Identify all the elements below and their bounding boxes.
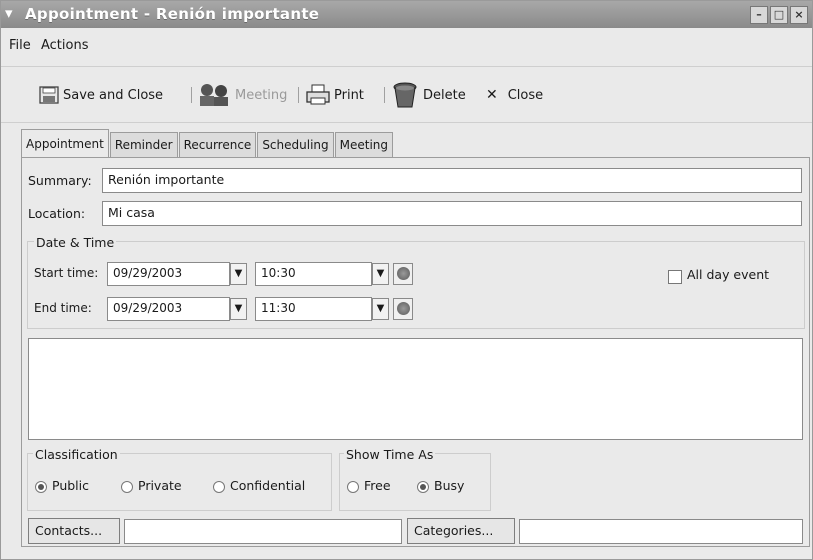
radio-public[interactable] bbox=[35, 481, 47, 493]
print-button[interactable]: Print bbox=[306, 83, 364, 107]
minimize-icon[interactable]: – bbox=[750, 6, 768, 24]
end-time-label: End time: bbox=[34, 301, 92, 315]
radio-public-label: Public bbox=[52, 478, 89, 493]
end-date-field[interactable]: 09/29/2003 bbox=[107, 297, 230, 321]
radio-free-label: Free bbox=[364, 478, 391, 493]
tab-appointment[interactable]: Appointment bbox=[21, 129, 109, 158]
tab-recurrence[interactable]: Recurrence bbox=[178, 132, 257, 158]
start-time-field[interactable]: 10:30 bbox=[255, 262, 372, 286]
categories-input[interactable] bbox=[519, 519, 803, 544]
radio-free[interactable] bbox=[347, 481, 359, 493]
radio-busy-label: Busy bbox=[434, 478, 465, 493]
toolbar-separator bbox=[298, 87, 299, 103]
start-time-label: Start time: bbox=[34, 266, 99, 280]
location-input[interactable]: Mi casa bbox=[102, 201, 802, 226]
menu-actions[interactable]: Actions bbox=[41, 38, 89, 53]
end-time-field[interactable]: 11:30 bbox=[255, 297, 372, 321]
tab-bar: Appointment Reminder Recurrence Scheduli… bbox=[21, 129, 394, 158]
contacts-input[interactable] bbox=[124, 519, 402, 544]
window-controls: – □ × bbox=[750, 6, 808, 24]
x-icon: ✕ bbox=[486, 87, 498, 103]
clock-icon bbox=[397, 267, 410, 280]
maximize-icon[interactable]: □ bbox=[770, 6, 788, 24]
radio-busy[interactable] bbox=[417, 481, 429, 493]
print-label: Print bbox=[334, 87, 364, 103]
date-time-group-label: Date & Time bbox=[34, 235, 117, 250]
printer-icon bbox=[306, 84, 330, 105]
tab-reminder[interactable]: Reminder bbox=[109, 132, 178, 158]
radio-private-label: Private bbox=[138, 478, 182, 493]
menu-file[interactable]: File bbox=[9, 38, 31, 53]
start-date-field[interactable]: 09/29/2003 bbox=[107, 262, 230, 286]
show-time-as-group-label: Show Time As bbox=[344, 447, 436, 462]
close-label: Close bbox=[507, 87, 544, 103]
location-label: Location: bbox=[28, 206, 86, 221]
all-day-checkbox[interactable] bbox=[668, 270, 682, 284]
title-bar[interactable]: ▾ Appointment - Renión importante – □ × bbox=[1, 1, 812, 28]
meeting-icon bbox=[200, 84, 228, 106]
summary-label: Summary: bbox=[28, 173, 92, 188]
window-title: Appointment - Renión importante bbox=[25, 5, 320, 23]
classification-group-label: Classification bbox=[33, 447, 120, 462]
chevron-down-icon[interactable]: ▼ bbox=[372, 263, 389, 285]
toolbar: Save and Close Meeting Print Delete ✕ Cl… bbox=[1, 67, 812, 123]
close-button[interactable]: ✕ Close bbox=[486, 83, 543, 107]
chevron-down-icon[interactable]: ▼ bbox=[230, 263, 247, 285]
meeting-label: Meeting bbox=[235, 87, 288, 103]
menu-bar: File Actions bbox=[1, 28, 812, 67]
start-time-clock-button[interactable] bbox=[393, 263, 413, 285]
all-day-label: All day event bbox=[687, 267, 770, 282]
radio-confidential[interactable] bbox=[213, 481, 225, 493]
meeting-button[interactable]: Meeting bbox=[197, 83, 287, 107]
chevron-down-icon[interactable]: ▼ bbox=[230, 298, 247, 320]
delete-button[interactable]: Delete bbox=[391, 82, 466, 108]
description-textarea[interactable] bbox=[28, 338, 803, 440]
trash-icon bbox=[393, 82, 417, 108]
toolbar-separator bbox=[384, 87, 385, 103]
categories-button[interactable]: Categories... bbox=[407, 518, 515, 544]
save-icon bbox=[39, 86, 59, 104]
radio-private[interactable] bbox=[121, 481, 133, 493]
delete-label: Delete bbox=[423, 87, 466, 103]
chevron-down-icon[interactable]: ▼ bbox=[372, 298, 389, 320]
summary-input[interactable]: Renión importante bbox=[102, 168, 802, 193]
tab-scheduling[interactable]: Scheduling bbox=[257, 132, 334, 158]
contacts-button[interactable]: Contacts... bbox=[28, 518, 120, 544]
end-time-clock-button[interactable] bbox=[393, 298, 413, 320]
save-and-close-button[interactable]: Save and Close bbox=[39, 83, 163, 107]
window-menu-icon[interactable]: ▾ bbox=[5, 5, 21, 21]
save-and-close-label: Save and Close bbox=[63, 87, 164, 103]
appointment-window: ▾ Appointment - Renión importante – □ × … bbox=[0, 0, 813, 560]
close-icon[interactable]: × bbox=[790, 6, 808, 24]
clock-icon bbox=[397, 302, 410, 315]
radio-confidential-label: Confidential bbox=[230, 478, 306, 493]
tab-meeting[interactable]: Meeting bbox=[334, 132, 394, 158]
toolbar-separator bbox=[191, 87, 192, 103]
